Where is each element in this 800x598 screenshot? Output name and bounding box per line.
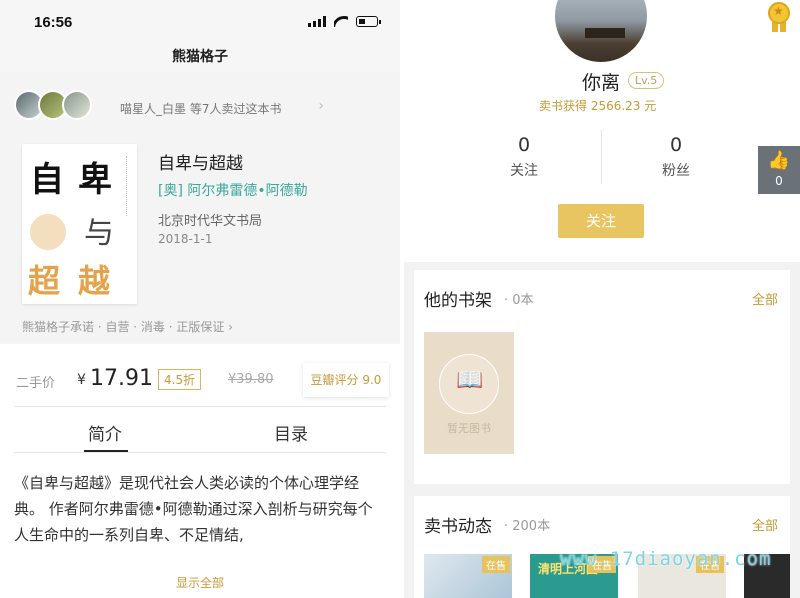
on-sale-tag: 在售 (482, 556, 510, 573)
service-promise[interactable]: 熊猫格子承诺 · 自营 · 消毒 · 正版保证 › (22, 318, 233, 335)
status-bar: 16:56 (0, 0, 400, 46)
divider (601, 130, 602, 184)
profile-header: ★ 你离 Lv.5 卖书获得 2566.23 元 0 关注 0 粉丝 👍 0 关… (404, 0, 800, 262)
status-icons (308, 16, 381, 27)
following-count: 0 (517, 134, 531, 156)
seller-profile-panel: ★ 你离 Lv.5 卖书获得 2566.23 元 0 关注 0 粉丝 👍 0 关… (404, 0, 800, 598)
level-badge: Lv.5 (628, 72, 665, 89)
sold-book-thumbnail[interactable]: 在售 (424, 554, 512, 598)
book-icon: 📖 (456, 368, 484, 393)
tab-intro[interactable]: 简介 (88, 420, 122, 445)
book-date: 2018-1-1 (158, 232, 213, 246)
divider (14, 406, 386, 407)
book-info-card: 喵星人_白墨 等7人卖过这本书 › 自 卑 与 超 越 自卑与超越 [奥] 阿尔… (0, 72, 400, 342)
avatar (62, 90, 92, 120)
medal-icon[interactable]: ★ (766, 2, 792, 32)
following-stat[interactable]: 0 关注 (464, 134, 584, 180)
like-button[interactable]: 👍 0 (758, 146, 800, 194)
wifi-icon (334, 16, 348, 27)
intro-text: 《自卑与超越》是现代社会人类必读的个体心理学经典。 作者阿尔弗雷德•阿德勒通过深… (14, 474, 373, 544)
cover-char: 超 (28, 262, 61, 300)
cover-char: 卑 (78, 160, 112, 200)
following-label: 关注 (510, 163, 538, 179)
sales-section: 卖书动态 · 200本 全部 在售 清明上河图 在售 在售 (414, 496, 790, 598)
nav-title: 熊猫格子 (172, 49, 228, 65)
cover-char: 越 (78, 262, 111, 300)
original-price: ¥39.80 (228, 372, 274, 387)
book-publisher: 北京时代华文书局 (158, 214, 263, 229)
price-value: 17.91 (90, 366, 153, 391)
avatar[interactable] (555, 0, 647, 62)
divider (14, 452, 386, 453)
followers-count: 0 (669, 134, 683, 156)
price-currency: ¥ (77, 372, 86, 388)
empty-text: 暂无图书 (447, 422, 491, 435)
section-count: · 0本 (504, 293, 534, 308)
followers-label: 粉丝 (662, 163, 690, 179)
cover-char: 自 (30, 160, 64, 200)
earned-amount: 卖书获得 2566.23 元 (539, 99, 657, 113)
price-section: 二手价 ¥ 17.91 4.5折 ¥39.80 豆瓣评分 9.0 简介 目录 《… (0, 344, 400, 598)
tab-contents[interactable]: 目录 (274, 420, 308, 445)
status-time: 16:56 (34, 14, 73, 31)
thumbs-up-icon: 👍 (767, 150, 791, 171)
view-all-link[interactable]: 全部 (752, 515, 778, 534)
cover-char: 与 (84, 216, 114, 251)
chevron-right-icon[interactable]: › (318, 98, 324, 114)
view-all-link[interactable]: 全部 (752, 289, 778, 308)
show-all-link[interactable]: 显示全部 (176, 574, 224, 591)
price-label: 二手价 (16, 376, 56, 391)
follow-button[interactable]: 关注 (558, 204, 644, 238)
cover-decoration (126, 156, 129, 216)
douban-rating[interactable]: 豆瓣评分 9.0 (303, 363, 389, 397)
book-cover[interactable]: 自 卑 与 超 越 (22, 144, 137, 304)
section-title: 他的书架 (424, 291, 492, 311)
empty-book-placeholder: 📖 暂无图书 (424, 332, 514, 454)
book-detail-panel: 16:56 熊猫格子 喵星人_白墨 等7人卖过这本书 › 自 卑 与 超 越 自… (0, 0, 400, 598)
signal-icon (308, 16, 326, 27)
followers-stat[interactable]: 0 粉丝 (616, 134, 736, 180)
section-title: 卖书动态 (424, 517, 492, 537)
username: 你离 (582, 72, 621, 94)
like-count: 0 (775, 174, 783, 188)
battery-icon (356, 16, 381, 27)
seller-avatars[interactable] (14, 90, 92, 120)
sellers-text[interactable]: 喵星人_白墨 等7人卖过这本书 (120, 100, 281, 117)
book-author[interactable]: [奥] 阿尔弗雷德•阿德勒 (158, 180, 308, 200)
watermark: www.17diaoyan.com (560, 548, 772, 570)
discount-badge: 4.5折 (158, 369, 202, 390)
bookshelf-section: 他的书架 · 0本 全部 📖 暂无图书 (414, 270, 790, 484)
section-count: · 200本 (504, 519, 551, 534)
book-title: 自卑与超越 (158, 154, 243, 174)
cover-circle (30, 214, 66, 250)
